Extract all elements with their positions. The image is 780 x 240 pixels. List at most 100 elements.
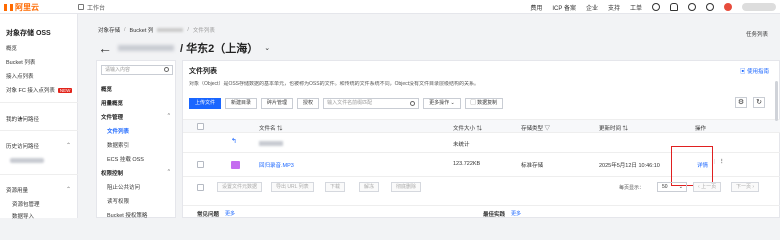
add-icon[interactable]: + (18, 114, 23, 123)
sidebar-item-access-points[interactable]: 接入点列表 (6, 72, 34, 80)
description-text: 对象（Object）是OSS存储数据的基本单元，也被称为OSS的文件。和传统的文… (189, 81, 480, 87)
new-directory-button[interactable]: 新建目录 (225, 97, 258, 109)
nav-enterprise[interactable]: 企业 (586, 3, 598, 12)
page-title: / 华东2（上海） (180, 43, 259, 55)
nav-block-public[interactable]: 阻止公共访问 (107, 183, 140, 191)
workspace-link[interactable]: 工作台 (78, 2, 105, 12)
column-storage-label: 存储类型 (521, 126, 544, 132)
sidebar-item-data-import[interactable]: 数据导入 (12, 212, 34, 220)
sidebar-item-overview[interactable]: 概览 (6, 44, 17, 52)
aliyun-logo[interactable]: 阿里云 (4, 2, 39, 12)
sidebar-item-fc-label: 对象 FC 接入点列表 (6, 88, 55, 94)
per-page-select[interactable]: 50 ⌄ (657, 182, 687, 192)
sidebar-item-fc-access-points[interactable]: 对象 FC 接入点列表 NEW (6, 86, 73, 94)
nav-search-input[interactable]: 请输入内容 (101, 65, 173, 75)
section-title: 文件列表 (189, 68, 217, 75)
bell-icon[interactable] (670, 3, 678, 11)
chevron-up-icon[interactable]: ^ (168, 169, 170, 175)
best-practice-more-link[interactable]: 更多 (511, 210, 521, 217)
nav-permission[interactable]: 权限控制 (101, 169, 123, 177)
chevron-up-icon[interactable]: ⌃ (66, 186, 71, 193)
workspace-label: 工作台 (87, 5, 106, 12)
new-badge: NEW (57, 88, 73, 93)
file-search-input[interactable]: 输入文件名前缀匹配 (323, 97, 420, 109)
prev-page-label: 上一页 (701, 184, 717, 190)
sidebar-item-bucket-list[interactable]: Bucket 列表 (6, 58, 35, 66)
back-return-icon[interactable]: ↰ (231, 137, 237, 145)
row-checkbox[interactable] (197, 161, 204, 168)
chevron-up-icon[interactable]: ⌃ (66, 142, 71, 149)
prev-page-button[interactable]: ‹ 上一页 (693, 182, 722, 192)
sidebar: 对象存储 OSS 概览 Bucket 列表 接入点列表 对象 FC 接入点列表 N… (0, 14, 78, 220)
book-icon: ▣ (739, 69, 747, 75)
usage-guide-link[interactable]: ▣ 使用指南 (740, 67, 769, 75)
home-icon (78, 4, 84, 10)
upload-button[interactable]: 上传文件 (189, 97, 222, 109)
notification-badge-icon[interactable] (724, 3, 732, 11)
divider (0, 102, 78, 103)
help-icon[interactable] (706, 3, 714, 11)
set-metadata-button[interactable]: 设置文件元数据 (217, 182, 263, 192)
chevron-up-icon[interactable]: ^ (168, 113, 170, 119)
faq-title: 常见问题 (197, 212, 220, 218)
breadcrumb-separator: / (187, 27, 189, 33)
authorize-button[interactable]: 授权 (297, 97, 320, 109)
faq-more-link[interactable]: 更多 (225, 210, 235, 217)
batch-select-checkbox[interactable] (197, 184, 204, 191)
sidebar-title: 对象存储 OSS (6, 30, 51, 37)
user-account[interactable] (742, 3, 776, 11)
data-copy-button[interactable]: ▢ 数据复制 (464, 97, 504, 109)
sidebar-item-resource-packages[interactable]: 资源包管理 (12, 200, 40, 208)
recent-access-paths[interactable]: 历史访问路径 (6, 142, 39, 150)
nav-icp[interactable]: ICP 备案 (552, 3, 576, 12)
recent-path-item[interactable] (10, 158, 44, 163)
nav-rw-permission[interactable]: 读写权限 (107, 197, 129, 205)
breadcrumb-root[interactable]: 对象存储 (98, 26, 120, 34)
audio-file-icon (231, 161, 240, 169)
column-size[interactable]: 文件大小 ⇅ (453, 124, 482, 132)
nav-overview[interactable]: 概览 (101, 85, 112, 93)
column-name[interactable]: 文件名 ⇅ (259, 124, 283, 132)
nav-file-management[interactable]: 文件管理 (101, 113, 123, 121)
file-name-link[interactable]: 回归录音.MP3 (259, 161, 294, 169)
next-page-button[interactable]: 下一页 › (731, 182, 760, 192)
resource-usage[interactable]: 资源用量 (6, 186, 28, 194)
breadcrumb-bucket[interactable]: Bucket 列 (130, 26, 154, 34)
parent-folder-name[interactable] (259, 141, 283, 146)
more-actions-button[interactable]: 更多操作 ⌄ (423, 97, 461, 109)
usage-guide-label: 使用指南 (746, 69, 769, 75)
per-page-value: 50 (662, 184, 668, 190)
task-list-link[interactable]: 任务列表 (746, 30, 768, 38)
nav-cost[interactable]: 费用 (530, 3, 542, 12)
refresh-icon[interactable]: ↻ (753, 97, 765, 108)
nav-file-list[interactable]: 文件列表 (107, 127, 129, 135)
column-storage-type[interactable]: 存储类型 ▽ (521, 124, 550, 132)
settings-icon[interactable]: ⚙ (735, 97, 747, 108)
nav-ticket[interactable]: 工单 (630, 3, 642, 12)
fragment-management-button[interactable]: 碎片管理 (261, 97, 294, 109)
column-update-time[interactable]: 更新时间 ⇅ (599, 124, 628, 132)
sort-icon: ⇅ (476, 126, 483, 132)
nav-ecs-mount[interactable]: ECS 挂载 OSS (107, 155, 144, 163)
column-actions: 操作 (695, 126, 707, 132)
export-url-button[interactable]: 导出 URL 列表 (271, 182, 314, 192)
chevron-down-icon[interactable]: ⌄ (264, 44, 270, 52)
file-size: 123.722KB (453, 161, 481, 167)
nav-usage[interactable]: 用量概览 (101, 99, 123, 107)
delete-button[interactable]: 彻底删除 (391, 182, 422, 192)
column-name-label: 文件名 (259, 126, 276, 132)
screen-icon[interactable] (652, 3, 660, 11)
nav-support[interactable]: 支持 (608, 3, 620, 12)
unfreeze-button[interactable]: 解冻 (359, 182, 380, 192)
nav-bucket-policy[interactable]: Bucket 授权策略 (107, 211, 147, 219)
back-arrow-icon[interactable]: ← (98, 41, 112, 55)
bucket-nav: 请输入内容 概览 用量概览 文件管理 ^ 文件列表 数据索引 ECS 挂载 OS… (96, 60, 176, 219)
select-all-checkbox[interactable] (197, 123, 204, 130)
file-search-placeholder: 输入文件名前缀匹配 (327, 99, 373, 106)
download-button[interactable]: 下载 (325, 182, 346, 192)
scrollbar[interactable] (775, 81, 778, 121)
cart-icon[interactable] (688, 3, 696, 11)
top-bar: 阿里云 工作台 费用 ICP 备案 企业 支持 工单 (0, 0, 780, 14)
more-icon[interactable]: ⋮ (719, 159, 725, 165)
nav-data-index[interactable]: 数据索引 (107, 141, 129, 149)
